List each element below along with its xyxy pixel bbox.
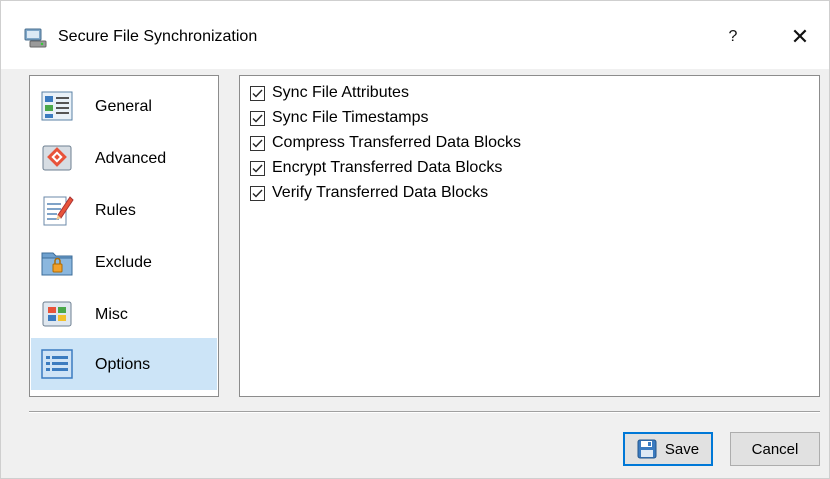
sidebar-item-label: Advanced: [95, 150, 167, 167]
sidebar-item-options[interactable]: Options: [31, 338, 217, 390]
cancel-button-label: Cancel: [751, 440, 799, 458]
option-sync-file-timestamps[interactable]: Sync File Timestamps: [250, 107, 428, 129]
save-button[interactable]: Save: [623, 432, 713, 466]
sidebar-item-misc[interactable]: Misc: [31, 288, 217, 340]
sidebar-item-label: Options: [95, 356, 151, 373]
checkbox[interactable]: [250, 185, 265, 201]
rules-icon: [40, 193, 74, 227]
help-button[interactable]: ?: [719, 23, 747, 51]
checkbox[interactable]: [250, 110, 265, 126]
save-button-label: Save: [664, 440, 700, 458]
title-bar[interactable]: Secure File Synchronization ? ✕: [1, 1, 829, 69]
sidebar-item-label: Exclude: [95, 254, 152, 271]
checkbox[interactable]: [250, 135, 265, 151]
sidebar-item-advanced[interactable]: Advanced: [31, 132, 217, 184]
option-sync-file-attributes[interactable]: Sync File Attributes: [250, 82, 409, 104]
option-label: Sync File Attributes: [272, 84, 409, 101]
options-panel: Sync File Attributes Sync File Timestamp…: [239, 75, 820, 397]
misc-icon: [40, 297, 74, 331]
checkmark-icon: [252, 164, 263, 173]
floppy-disk-icon: [637, 439, 657, 459]
option-verify-transferred-data-blocks[interactable]: Verify Transferred Data Blocks: [250, 182, 488, 204]
checkbox[interactable]: [250, 160, 265, 176]
option-label: Verify Transferred Data Blocks: [272, 184, 489, 201]
window-title: Secure File Synchronization: [58, 28, 258, 45]
option-label: Compress Transferred Data Blocks: [272, 134, 521, 151]
close-button[interactable]: ✕: [784, 21, 816, 53]
divider: [29, 411, 820, 413]
dialog-window: Secure File Synchronization ? ✕ General: [0, 0, 830, 479]
checkmark-icon: [252, 89, 263, 98]
option-compress-transferred-data-blocks[interactable]: Compress Transferred Data Blocks: [250, 132, 521, 154]
general-icon: [40, 89, 74, 123]
option-label: Encrypt Transferred Data Blocks: [272, 159, 503, 176]
checkmark-icon: [252, 139, 263, 148]
option-encrypt-transferred-data-blocks[interactable]: Encrypt Transferred Data Blocks: [250, 157, 502, 179]
sidebar: General Advanced Rules Exclude Misc Opti…: [29, 75, 219, 397]
exclude-folder-icon: [40, 245, 74, 279]
sidebar-item-label: Misc: [95, 306, 128, 323]
sidebar-item-exclude[interactable]: Exclude: [31, 236, 217, 288]
option-label: Sync File Timestamps: [272, 109, 429, 126]
sidebar-item-label: General: [95, 98, 152, 115]
sidebar-item-rules[interactable]: Rules: [31, 184, 217, 236]
checkbox[interactable]: [250, 85, 265, 101]
checkmark-icon: [252, 189, 263, 198]
options-icon: [40, 347, 74, 381]
cancel-button[interactable]: Cancel: [730, 432, 820, 466]
app-icon: [23, 26, 47, 48]
sidebar-item-general[interactable]: General: [31, 80, 217, 132]
checkmark-icon: [252, 114, 263, 123]
advanced-icon: [40, 141, 74, 175]
sidebar-item-label: Rules: [95, 202, 136, 219]
